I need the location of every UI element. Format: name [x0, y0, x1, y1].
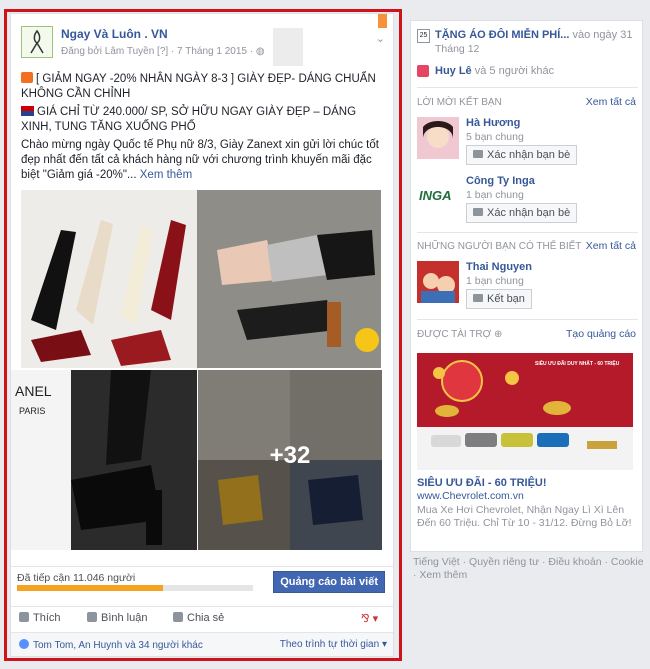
add-friend-icon	[473, 150, 483, 158]
pymk-name[interactable]: Thai Nguyen	[466, 261, 532, 273]
post-meta-text: Đăng bởi Lâm Tuyền [?] · 7 Tháng 1 2015 …	[61, 46, 256, 57]
post-line-3: Chào mừng ngày Quốc tế Phụ nữ 8/3, Giày …	[21, 139, 379, 181]
people-you-may-know-item: Thai Nguyen 1 bạn chung Kết bạn	[417, 261, 639, 309]
like-label: Thích	[33, 612, 61, 624]
reach-row: Đã tiếp cận 11.046 người Quảng cáo bài v…	[11, 566, 393, 596]
comment-button[interactable]: Bình luận	[87, 612, 147, 624]
birthday-text: Huy Lê và 5 người khác	[435, 65, 554, 77]
photo-gallery: ANEL PARIS +32	[11, 190, 393, 562]
likers-bar: Tom Tom, An Huynh và 34 người khác Theo …	[11, 632, 393, 656]
likers-link[interactable]: Tom Tom, An Huynh và 34 người khác	[19, 639, 203, 651]
svg-text:PARIS: PARIS	[19, 406, 45, 416]
event-month: Tháng 12	[435, 43, 480, 55]
add-friend-label: Kết bạn	[487, 293, 525, 305]
sort-label: Theo trình tự thời gian	[279, 639, 380, 650]
sort-dropdown[interactable]: Theo trình tự thời gian ▾	[280, 639, 387, 650]
photo-sandals[interactable]	[21, 190, 198, 368]
photo-peeptoes[interactable]	[197, 190, 381, 368]
event-date: vào ngày 31	[569, 29, 633, 41]
add-friend-button[interactable]: Kết bạn	[466, 289, 532, 309]
ad-description: Mua Xe Hơi Chevrolet, Nhận Ngay Lì Xì Lê…	[417, 504, 632, 529]
confirm-friend-button[interactable]: Xác nhận bạn bè	[466, 145, 578, 165]
feed-post: Ngay Và Luôn . VN Đăng bởi Lâm Tuyền [?]…	[10, 13, 394, 657]
friend-request-item: INGA Công Ty Inga 1 bạn chung Xác nhận b…	[417, 175, 639, 223]
thumbs-up-icon	[19, 612, 29, 622]
right-sidebar: 25 TẶNG ÁO ĐÔI MIỄN PHÍ... vào ngày 31 T…	[410, 20, 643, 552]
see-more-link[interactable]: Xem thêm	[140, 169, 192, 181]
divider	[417, 87, 638, 88]
gift-emoji-icon	[21, 72, 33, 83]
footer-links[interactable]: Tiếng Việt · Quyền riêng tư · Điều khoản…	[413, 556, 645, 582]
pymk-see-all-link[interactable]: Xem tất cả	[586, 240, 636, 252]
post-body: [ GIẢM NGAY -20% NHÂN NGÀY 8-3 ] GIÀY ĐẸ…	[21, 72, 383, 186]
reach-text: Đã tiếp cận 11.046 người	[17, 572, 136, 584]
divider	[417, 232, 638, 233]
friend-request-name[interactable]: Công Ty Inga	[466, 175, 535, 187]
sponsored-ad-image[interactable]: SIÊU ƯU ĐÃI DUY NHẤT - 60 TRIỆU	[417, 353, 633, 470]
avatar[interactable]	[417, 261, 459, 303]
more-photos-count: +32	[269, 442, 311, 469]
event-title[interactable]: TẶNG ÁO ĐÔI MIỄN PHÍ... vào ngày 31	[435, 29, 632, 41]
photo-more[interactable]: +32	[198, 370, 382, 550]
birthday-name[interactable]: Huy Lê	[435, 65, 472, 77]
gift-icon	[417, 65, 429, 77]
mutual-friends[interactable]: 1 bạn chung	[466, 189, 524, 201]
inga-logo: INGA	[419, 188, 452, 203]
sponsored-label: ĐƯỢC TÀI TRỢ	[417, 329, 492, 340]
ad-title[interactable]: SIÊU ƯU ĐÃI - 60 TRIỆU!	[417, 477, 547, 489]
like-button[interactable]: Thích	[19, 612, 61, 624]
placeholder-box	[273, 28, 303, 66]
globe-icon: ◍	[255, 46, 265, 57]
post-header: Ngay Và Luôn . VN Đăng bởi Lâm Tuyền [?]…	[21, 26, 381, 60]
reach-progress-bar	[17, 585, 253, 591]
ribbon-icon	[378, 14, 387, 28]
share-label: Chia sẻ	[187, 612, 225, 624]
friend-requests-header: LỜI MỜI KẾT BẠN	[417, 97, 502, 108]
sponsored-icon: ⊕	[494, 329, 503, 340]
requests-see-all-link[interactable]: Xem tất cả	[586, 96, 636, 108]
page-avatar[interactable]	[21, 26, 53, 58]
confirm-friend-label: Xác nhận bạn bè	[487, 149, 571, 161]
flag-emoji-icon	[21, 106, 34, 116]
comment-label: Bình luận	[101, 612, 148, 624]
mutual-friends[interactable]: 1 bạn chung	[466, 275, 524, 287]
post-line-2: GIÁ CHỈ TỪ 240.000/ SP, SỞ HỮU NGAY GIÀY…	[21, 106, 357, 133]
sponsored-header: ĐƯỢC TÀI TRỢ ⊕	[417, 329, 502, 340]
photo-ankle-boot[interactable]: ANEL PARIS	[11, 370, 197, 550]
calendar-icon: 25	[417, 29, 430, 43]
create-ad-link[interactable]: Tạo quảng cáo	[566, 328, 636, 340]
avatar[interactable]: INGA	[417, 175, 459, 217]
friend-request-item: Hà Hương 5 bạn chung Xác nhận bạn bè	[417, 117, 639, 165]
page-switch-icon[interactable]: ⅋ ▾	[361, 612, 378, 625]
svg-text:ANEL: ANEL	[15, 383, 52, 399]
share-icon	[173, 612, 183, 622]
add-friend-icon	[473, 294, 483, 302]
likers-text: Tom Tom, An Huynh và 34 người khác	[33, 640, 203, 651]
friend-request-name[interactable]: Hà Hương	[466, 117, 520, 129]
mutual-friends[interactable]: 5 bạn chung	[466, 131, 524, 143]
add-friend-icon	[473, 208, 483, 216]
page-name[interactable]: Ngay Và Luôn . VN	[61, 27, 168, 41]
post-line-1: [ GIẢM NGAY -20% NHÂN NGÀY 8-3 ] GIÀY ĐẸ…	[21, 73, 376, 100]
post-meta: Đăng bởi Lâm Tuyền [?] · 7 Tháng 1 2015 …	[61, 46, 265, 57]
post-actions: Thích Bình luận Chia sẻ ⅋ ▾	[11, 606, 393, 628]
avatar[interactable]	[417, 117, 459, 159]
promote-post-button[interactable]: Quảng cáo bài viết	[273, 571, 385, 593]
confirm-friend-label: Xác nhận bạn bè	[487, 207, 571, 219]
ad-url[interactable]: www.Chevrolet.com.vn	[417, 490, 524, 502]
event-title-text: TẶNG ÁO ĐÔI MIỄN PHÍ...	[435, 29, 570, 41]
reach-progress-fill	[17, 585, 164, 591]
people-you-may-know-header: NHỮNG NGƯỜI BẠN CÓ THỂ BIẾT	[417, 241, 582, 252]
birthday-rest: và 5 người khác	[471, 65, 555, 77]
ad-banner-text: SIÊU ƯU ĐÃI DUY NHẤT - 60 TRIỆU	[535, 361, 620, 367]
divider	[417, 319, 638, 320]
like-reaction-icon	[19, 639, 29, 649]
chevron-down-icon[interactable]: ⌄	[376, 32, 385, 45]
comment-icon	[87, 612, 97, 622]
share-button[interactable]: Chia sẻ	[173, 612, 224, 624]
confirm-friend-button[interactable]: Xác nhận bạn bè	[466, 203, 578, 223]
